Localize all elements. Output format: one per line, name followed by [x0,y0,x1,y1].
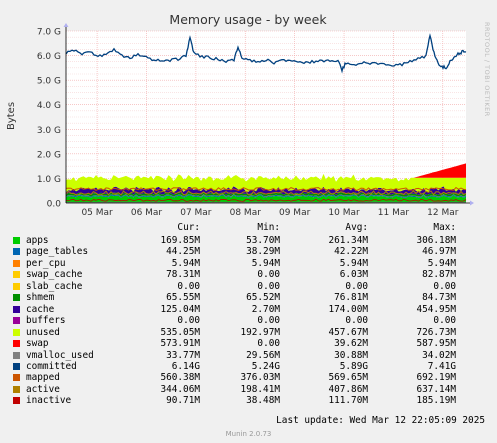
x-tick-label: 06 Mar [131,208,163,218]
x-tick-label: 09 Mar [279,208,311,218]
chart-title: Memory usage - by week [169,12,327,27]
chart-svg: 0.0 1.0 G 2.0 G 3.0 G 4.0 G 5.0 G 6.0 G 7.0 G 05… [6,12,474,218]
x-axis-arrow [470,200,474,206]
rrdtool-watermark: RRDTOOL / TOBI OETIKER [483,22,491,117]
last-update-text: Last update: Wed Mar 12 22:05:09 2025 [276,415,485,426]
y-axis-arrow [63,23,69,27]
y-tick-label: 0.0 [47,200,62,210]
y-tick-label: 5.0 G [37,77,61,87]
y-tick-label: 7.0 G [37,28,61,38]
y-tick-label: 6.0 G [37,52,61,62]
munin-version: Munin 2.0.73 [225,430,272,438]
y-axis-label: Bytes [6,102,17,130]
y-tick-label: 3.0 G [37,126,61,136]
x-tick-label: 10 Mar [328,208,360,218]
x-tick-label: 07 Mar [180,208,212,218]
y-tick-label: 1.0 G [37,175,61,185]
y-tick-label: 2.0 G [37,150,61,160]
x-tick-label: 08 Mar [230,208,262,218]
x-tick-label: 12 Mar [427,208,459,218]
y-tick-label: 4.0 G [37,101,61,111]
x-tick-label: 11 Mar [378,208,410,218]
x-tick-label: 05 Mar [81,208,113,218]
